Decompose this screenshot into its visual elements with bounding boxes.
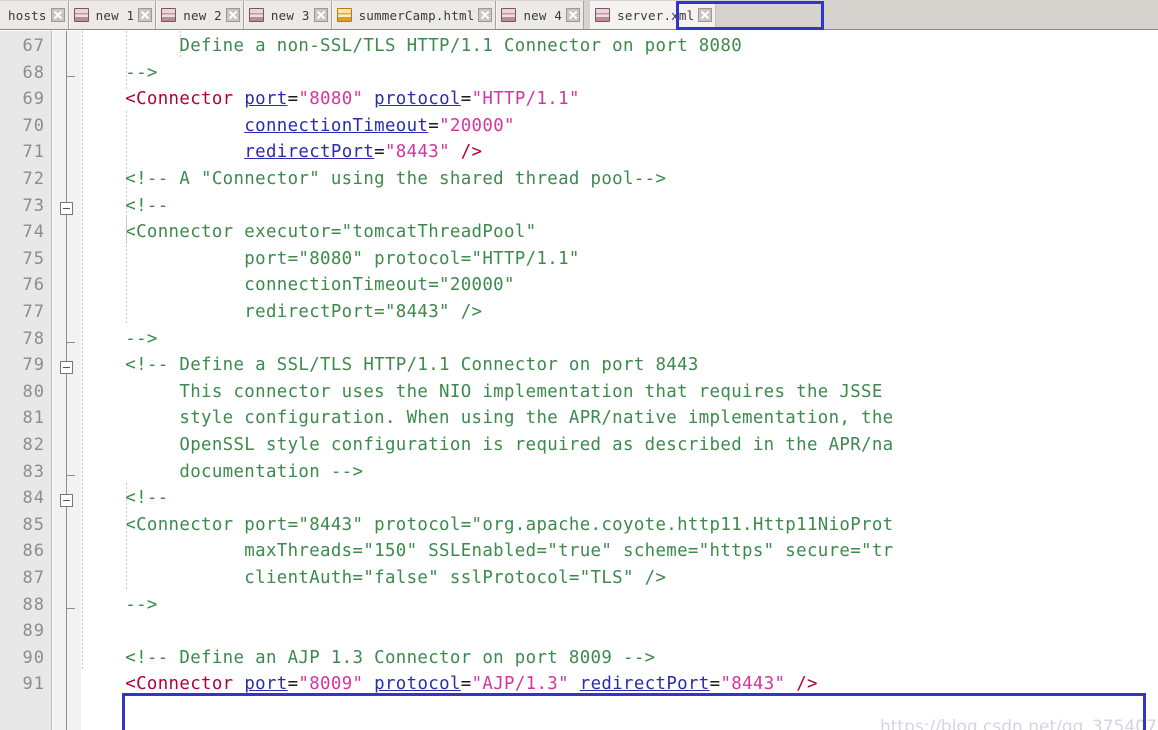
code-line[interactable]: redirectPort="8443" /> [82, 142, 482, 162]
line-number: 81 [22, 408, 45, 429]
code-text-area[interactable]: Define a non-SSL/TLS HTTP/1.1 Connector … [82, 31, 1158, 730]
code-folding-margin[interactable] [53, 31, 81, 730]
code-line[interactable]: <Connector port="8080" protocol="HTTP/1.… [82, 89, 580, 109]
tab-label: new 3 [270, 7, 310, 23]
line-number: 88 [22, 594, 45, 615]
code-line[interactable]: connectionTimeout="20000" [82, 116, 515, 136]
line-number: 74 [22, 222, 45, 243]
indent-guide [125, 483, 127, 590]
indent-guide [125, 217, 127, 324]
tab-hosts[interactable]: hosts [0, 1, 69, 29]
line-number: 87 [22, 568, 45, 588]
fold-collapse-icon[interactable] [60, 494, 73, 508]
save-floppy-icon [73, 8, 89, 22]
line-number: 67 [22, 36, 45, 56]
code-line[interactable]: --> [82, 595, 158, 615]
tab-new-1[interactable]: new 1 [68, 1, 157, 29]
tab-label: hosts [8, 7, 47, 23]
line-number-gutter: 67 68 69 70 71 72 73 74 75 76 77 78 79 80 81 82 83 84 85 86… [0, 31, 52, 730]
tab-label: new 2 [183, 7, 222, 23]
tab-server-xml[interactable]: server.xml [590, 1, 717, 29]
code-line[interactable]: port="8080" protocol="HTTP/1.1" [82, 249, 580, 269]
code-line[interactable]: <Connector port="8443" protocol="org.apa… [82, 515, 894, 535]
tab-label: new 4 [523, 7, 563, 23]
code-line[interactable]: <!-- Define an AJP 1.3 Connector on port… [82, 648, 655, 668]
fold-tick-marker [67, 474, 75, 476]
code-line[interactable]: --> [82, 63, 158, 83]
line-number: 78 [22, 328, 45, 349]
line-number: 79 [22, 355, 45, 376]
code-line[interactable]: style configuration. When using the APR/… [82, 408, 894, 428]
line-number: 70 [22, 115, 45, 136]
code-line[interactable]: --> [82, 329, 158, 349]
save-floppy-icon-modified [336, 8, 352, 22]
tab-new-3[interactable]: new 3 [243, 1, 332, 29]
line-number: 89 [22, 621, 45, 642]
line-number: 85 [22, 514, 45, 535]
line-number: 84 [22, 488, 45, 509]
code-line[interactable]: <!-- Define a SSL/TLS HTTP/1.1 Connector… [82, 355, 699, 375]
save-floppy-icon [501, 8, 517, 22]
indent-guide [180, 31, 182, 59]
fold-tick-marker [67, 341, 75, 343]
tab-label: server.xml [617, 7, 695, 23]
code-line[interactable]: <!-- A "Connector" using the shared thre… [82, 169, 666, 189]
code-editor-pane[interactable]: 67 68 69 70 71 72 73 74 75 76 77 78 79 80 81 82 83 84 85 86… [0, 31, 1158, 730]
indent-guide [82, 31, 83, 671]
editor-tab-bar[interactable]: hosts new 1 new 2 new 3 summerCamp.html … [0, 0, 1158, 30]
line-number: 82 [22, 435, 45, 455]
close-icon[interactable] [138, 8, 153, 22]
code-line[interactable]: redirectPort="8443" /> [82, 302, 482, 322]
code-line[interactable]: <Connector executor="tomcatThreadPool" [82, 222, 536, 242]
tab-summercamp-html[interactable]: summerCamp.html [331, 1, 497, 29]
tab-label: new 1 [95, 7, 135, 23]
line-number: 75 [22, 248, 45, 269]
line-number: 71 [22, 142, 45, 163]
code-line[interactable]: OpenSSL style configuration is required … [82, 435, 894, 455]
line-number: 72 [22, 169, 45, 189]
code-line[interactable]: maxThreads="150" SSLEnabled="true" schem… [82, 541, 894, 561]
line-number: 77 [22, 302, 45, 322]
code-line[interactable]: <Connector port="8009" protocol="AJP/1.3… [82, 674, 818, 694]
tab-new-4[interactable]: new 4 [496, 1, 585, 29]
indent-guide [125, 31, 127, 91]
line-number: 91 [22, 674, 45, 695]
code-line[interactable]: This connector uses the NIO implementati… [82, 382, 883, 402]
save-floppy-icon [595, 8, 611, 22]
line-number: 76 [22, 275, 45, 296]
close-icon[interactable] [50, 8, 65, 22]
line-number: 86 [22, 541, 45, 562]
close-icon[interactable] [478, 8, 493, 22]
tab-new-2[interactable]: new 2 [156, 1, 244, 29]
fold-tick-marker [67, 75, 75, 77]
save-floppy-icon [248, 8, 264, 22]
line-number: 73 [22, 195, 45, 216]
code-line[interactable]: connectionTimeout="20000" [82, 275, 515, 295]
line-number: 68 [22, 62, 45, 83]
fold-collapse-icon[interactable] [60, 361, 73, 375]
close-icon[interactable] [313, 8, 328, 22]
line-number: 80 [22, 381, 45, 402]
line-number: 69 [22, 89, 45, 110]
code-line[interactable]: documentation --> [82, 462, 363, 482]
tab-label: summerCamp.html [358, 7, 475, 23]
line-number: 83 [22, 461, 45, 482]
fold-collapse-icon[interactable] [60, 201, 73, 215]
code-line[interactable]: clientAuth="false" sslProtocol="TLS" /> [82, 568, 666, 588]
save-floppy-icon [161, 8, 177, 22]
fold-tick-marker [67, 607, 75, 609]
fold-spine-line [66, 31, 67, 730]
line-number: 90 [22, 647, 45, 668]
close-icon[interactable] [566, 8, 581, 22]
close-icon[interactable] [225, 8, 240, 22]
close-icon[interactable] [698, 8, 713, 22]
